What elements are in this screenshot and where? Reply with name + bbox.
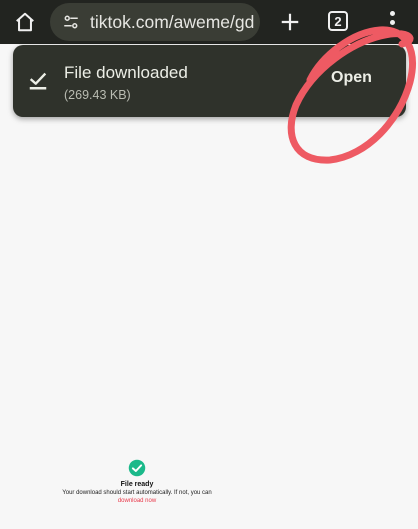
download-size: (269.43 KB) xyxy=(64,88,131,102)
ready-message: Your download should start automatically… xyxy=(62,490,212,496)
tab-switcher-button[interactable]: 2 xyxy=(328,11,348,31)
tab-count: 2 xyxy=(334,13,342,29)
tune-icon xyxy=(64,15,78,29)
download-now-link[interactable]: download now xyxy=(0,498,274,504)
open-button[interactable]: Open xyxy=(331,69,372,87)
download-snackbar: File downloaded (269.43 KB) Open xyxy=(13,45,406,117)
home-button[interactable] xyxy=(12,9,38,35)
home-icon xyxy=(16,12,34,32)
download-done-icon xyxy=(29,72,47,90)
file-ready-section: File ready Your download should start au… xyxy=(0,459,274,504)
browser-page: tiktok.com/aweme/gd 2 File downloaded (2… xyxy=(0,0,418,529)
url-text: tiktok.com/aweme/gd xyxy=(90,11,255,32)
site-settings-button[interactable] xyxy=(60,11,82,33)
download-title: File downloaded xyxy=(64,63,188,82)
address-bar[interactable]: tiktok.com/aweme/gd xyxy=(50,3,260,41)
more-vert-icon[interactable] xyxy=(380,8,404,36)
new-tab-button[interactable] xyxy=(277,9,303,35)
check-circle-icon xyxy=(128,459,146,477)
browser-toolbar: tiktok.com/aweme/gd 2 xyxy=(0,0,418,44)
plus-icon xyxy=(281,13,299,31)
ready-title: File ready xyxy=(120,481,154,488)
